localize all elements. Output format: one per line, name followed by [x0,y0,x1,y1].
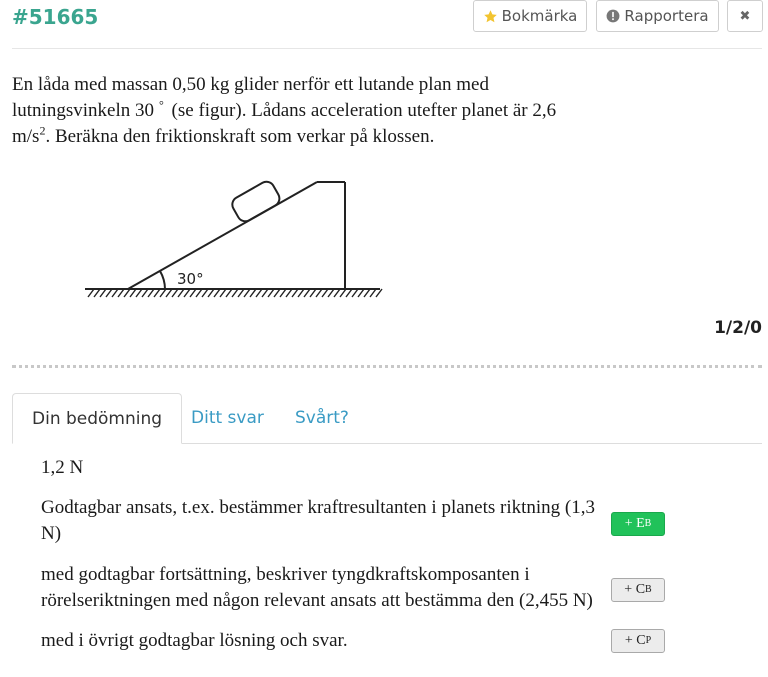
ground-hatch [99,288,107,298]
angle-arc [159,270,166,290]
grade-label: + C [624,582,646,597]
ground-hatch [363,288,371,298]
grade-button-eb[interactable]: + EB [611,512,665,536]
ground-hatch [303,288,311,298]
tab-svart[interactable]: Svårt? [276,393,368,443]
criterion-1: Godtagbar ansats, t.ex. bestämmer kraftr… [41,497,596,544]
ground-hatch [375,288,383,298]
problem-line-3: m/s2. Beräkna den friktionskraft som ver… [12,124,572,150]
ground-hatch [249,288,257,298]
ground-hatch [219,288,227,298]
points-score: 1/2/0 [714,318,762,338]
ground-hatch [243,288,251,298]
ground-hatch [261,288,269,298]
problem-line-2: lutningsvinkeln 30 ° (se figur). Lådans a… [12,98,572,124]
ground-hatch [165,288,173,298]
ground-hatch [189,288,197,298]
ground-hatch [327,288,335,298]
ground-hatch [213,288,221,298]
ground-hatch [279,288,287,298]
ground-hatch [117,288,125,298]
section-divider [12,365,762,368]
ground-hatch [135,288,143,298]
grade-label: + E [624,516,645,531]
problem-line-3-b: . Beräkna den friktionskraft som verkar … [45,126,435,147]
grade-label: + C [624,633,646,648]
incline-line [127,181,318,290]
answer-value: 1,2 N [41,457,84,478]
problem-id: #51665 [12,5,99,29]
ground-hatch [267,288,275,298]
incline-figure: 30° [80,175,385,310]
ground-hatch [225,288,233,298]
ground-hatch [321,288,329,298]
problem-line-1: En låda med massan 0,50 kg glider nerför… [12,74,489,95]
ground-hatch [273,288,281,298]
star-icon [483,9,498,24]
degree-symbol: ° [158,97,164,112]
criterion-2: med godtagbar fortsättning, beskriver ty… [41,564,593,611]
report-button[interactable]: Rapportera [596,0,719,32]
grade-button-cb[interactable]: + CB [611,578,665,602]
report-label: Rapportera [624,7,709,25]
bookmark-label: Bokmärka [501,7,578,25]
ground-hatch [177,288,185,298]
ground-hatch [351,288,359,298]
ground-hatch [171,288,179,298]
ground-hatch [159,288,167,298]
ground-hatch [297,288,305,298]
problem-line-2-a: lutningsvinkeln 30 [12,100,154,121]
header-divider [12,48,762,49]
ground-hatch [93,288,101,298]
ground-hatch [195,288,203,298]
acceleration-unit: m/s [12,126,40,147]
ground-hatch [123,288,131,298]
ground-hatch [345,288,353,298]
tab-ditt-svar[interactable]: Ditt svar [172,393,283,443]
problem-text: En låda med massan 0,50 kg glider nerför… [12,72,572,150]
ground-hatch [285,288,293,298]
ground-hatch [339,288,347,298]
ground-hatch [183,288,191,298]
ground-hatch [201,288,209,298]
ground-hatch [129,288,137,298]
exclamation-circle-icon [606,9,620,23]
criterion-3: med i övrigt godtagbar lösning och svar. [41,630,348,651]
angle-label: 30° [177,270,204,288]
ground-hatch [105,288,113,298]
ground-hatch [231,288,239,298]
ground-hatch [369,288,377,298]
box-shape [231,180,281,223]
bookmark-button[interactable]: Bokmärka [473,0,587,32]
ground-hatch [147,288,155,298]
close-button[interactable]: ✖ [727,0,763,32]
ground-hatch [141,288,149,298]
ground-hatch [111,288,119,298]
ground-hatch [315,288,323,298]
ground-hatch [237,288,245,298]
ground-hatch [291,288,299,298]
ground-hatch [207,288,215,298]
ground-hatch [153,288,161,298]
ground-hatch [357,288,365,298]
ground-hatch [87,288,95,298]
ground-hatch [309,288,317,298]
ground-hatch [333,288,341,298]
close-icon: ✖ [739,8,751,24]
ground-hatch [255,288,263,298]
grade-button-cp[interactable]: + CP [611,629,665,653]
problem-line-2-b: (se figur). Lådans acceleration utefter … [166,100,557,121]
tab-din-bedomning[interactable]: Din bedömning [12,393,183,444]
tab-bar: Din bedömning Ditt svar Svårt? [12,393,762,444]
